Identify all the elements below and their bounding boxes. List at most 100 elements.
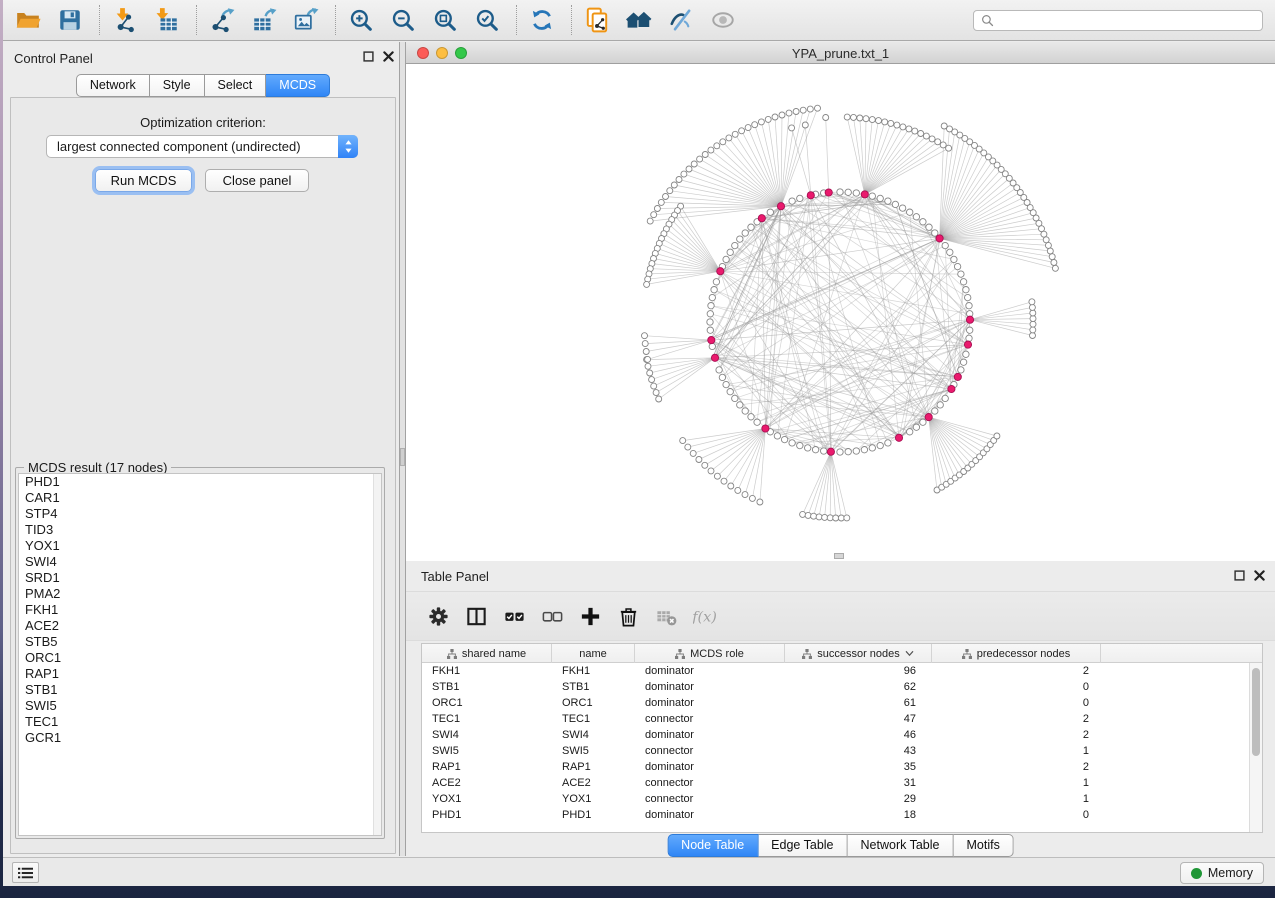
mcds-result-groupbox: MCDS result (17 nodes) PHD1CAR1STP4TID3Y…	[15, 467, 385, 839]
tab-motifs[interactable]: Motifs	[953, 834, 1013, 857]
result-node-item[interactable]: ORC1	[19, 650, 381, 666]
network-titlebar[interactable]: YPA_prune.txt_1	[406, 42, 1275, 64]
result-node-item[interactable]: CAR1	[19, 490, 381, 506]
table-row[interactable]: RAP1RAP1dominator352	[422, 759, 1262, 775]
network-overview-icon[interactable]	[624, 5, 654, 35]
table-scrollbar[interactable]	[1249, 663, 1262, 832]
column-header-predecessor-nodes[interactable]: predecessor nodes	[932, 644, 1101, 663]
close-panel-button[interactable]: Close panel	[205, 169, 309, 192]
tab-node-table[interactable]: Node Table	[667, 834, 758, 857]
open-file-icon[interactable]	[13, 5, 43, 35]
result-node-item[interactable]: TEC1	[19, 714, 381, 730]
column-header-successor-nodes[interactable]: successor nodes	[785, 644, 932, 663]
optimization-criterion-label: Optimization criterion:	[11, 115, 395, 130]
task-history-button[interactable]	[12, 862, 39, 883]
float-table-panel-icon[interactable]	[1234, 570, 1245, 581]
column-header-MCDS-role[interactable]: MCDS role	[635, 644, 785, 663]
cell-MCDS-role: dominator	[635, 759, 785, 775]
result-node-item[interactable]: STB1	[19, 682, 381, 698]
refresh-view-icon[interactable]	[527, 5, 557, 35]
cell-shared-name: ORC1	[422, 695, 552, 711]
table-row[interactable]: YOX1YOX1connector291	[422, 791, 1262, 807]
network-table-splitter-handle[interactable]	[834, 553, 844, 559]
panel-splitter[interactable]	[399, 42, 406, 856]
cell-MCDS-role: dominator	[635, 727, 785, 743]
search-input[interactable]	[994, 12, 1262, 29]
add-icon[interactable]	[577, 603, 604, 630]
result-node-item[interactable]: STP4	[19, 506, 381, 522]
table-row[interactable]: SWI4SWI4dominator462	[422, 727, 1262, 743]
mcds-tab-content: Optimization criterion: largest connecte…	[10, 97, 396, 854]
cell-name: PHD1	[552, 807, 635, 823]
memory-button[interactable]: Memory	[1180, 862, 1264, 884]
delete-icon[interactable]	[615, 603, 642, 630]
tab-mcds[interactable]: MCDS	[266, 74, 330, 97]
result-node-item[interactable]: TID3	[19, 522, 381, 538]
table-row[interactable]: ORC1ORC1dominator610	[422, 695, 1262, 711]
unselect-all-icon[interactable]	[539, 603, 566, 630]
optimization-criterion-select[interactable]: largest connected component (undirected)	[46, 135, 358, 158]
result-node-item[interactable]: FKH1	[19, 602, 381, 618]
result-node-item[interactable]: SRD1	[19, 570, 381, 586]
result-node-item[interactable]: ACE2	[19, 618, 381, 634]
close-table-panel-icon[interactable]	[1254, 570, 1265, 581]
result-node-item[interactable]: YOX1	[19, 538, 381, 554]
optimization-criterion-value: largest connected component (undirected)	[47, 139, 338, 154]
tab-network-table[interactable]: Network Table	[848, 834, 954, 857]
hide-panels-icon[interactable]	[666, 5, 696, 35]
export-table-icon[interactable]	[249, 5, 279, 35]
export-network-icon[interactable]	[207, 5, 237, 35]
tab-select[interactable]: Select	[205, 74, 267, 97]
result-node-item[interactable]: SWI5	[19, 698, 381, 714]
cell-predecessor-nodes: 2	[932, 711, 1101, 727]
cell-name: ACE2	[552, 775, 635, 791]
zoom-fit-icon[interactable]	[430, 5, 460, 35]
mcds-result-list[interactable]: PHD1CAR1STP4TID3YOX1SWI4SRD1PMA2FKH1ACE2…	[18, 473, 382, 836]
table-scrollbar-thumb[interactable]	[1252, 668, 1260, 756]
tab-edge-table[interactable]: Edge Table	[758, 834, 847, 857]
result-node-item[interactable]: PMA2	[19, 586, 381, 602]
result-scrollbar[interactable]	[373, 474, 381, 835]
table-row[interactable]: ACE2ACE2connector311	[422, 775, 1262, 791]
zoom-out-icon[interactable]	[388, 5, 418, 35]
cell-MCDS-role: connector	[635, 743, 785, 759]
select-all-icon[interactable]	[501, 603, 528, 630]
cell-predecessor-nodes: 2	[932, 663, 1101, 679]
zoom-in-icon[interactable]	[346, 5, 376, 35]
splitter-handle[interactable]	[400, 448, 405, 466]
result-node-item[interactable]: RAP1	[19, 666, 381, 682]
column-header-filler	[1101, 644, 1262, 663]
close-panel-icon[interactable]	[383, 51, 394, 62]
table-row[interactable]: STB1STB1dominator620	[422, 679, 1262, 695]
clone-network-icon[interactable]	[582, 5, 612, 35]
control-panel-title: Control Panel	[14, 51, 93, 66]
zoom-selected-icon[interactable]	[472, 5, 502, 35]
node-table: shared namenameMCDS rolesuccessor nodesp…	[421, 643, 1263, 833]
show-hidden-icon[interactable]	[708, 5, 738, 35]
column-header-name[interactable]: name	[552, 644, 635, 663]
export-image-icon[interactable]	[291, 5, 321, 35]
search-box[interactable]	[973, 10, 1263, 31]
result-node-item[interactable]: STB5	[19, 634, 381, 650]
tab-network[interactable]: Network	[76, 74, 150, 97]
table-row[interactable]: SWI5SWI5connector431	[422, 743, 1262, 759]
column-layout-icon[interactable]	[463, 603, 490, 630]
cell-MCDS-role: dominator	[635, 663, 785, 679]
float-panel-icon[interactable]	[363, 51, 374, 62]
network-canvas[interactable]	[406, 64, 1275, 561]
table-row[interactable]: TEC1TEC1connector472	[422, 711, 1262, 727]
cell-successor-nodes: 46	[785, 727, 932, 743]
import-table-icon[interactable]	[152, 5, 182, 35]
save-session-icon[interactable]	[55, 5, 85, 35]
import-network-icon[interactable]	[110, 5, 140, 35]
tab-style[interactable]: Style	[150, 74, 205, 97]
table-settings-icon[interactable]	[425, 603, 452, 630]
table-panel-title: Table Panel	[421, 569, 489, 584]
table-row[interactable]: PHD1PHD1dominator180	[422, 807, 1262, 823]
run-mcds-button[interactable]: Run MCDS	[95, 169, 192, 192]
result-node-item[interactable]: GCR1	[19, 730, 381, 746]
column-header-shared-name[interactable]: shared name	[422, 644, 552, 663]
table-row[interactable]: FKH1FKH1dominator962	[422, 663, 1262, 679]
result-node-item[interactable]: PHD1	[19, 474, 381, 490]
result-node-item[interactable]: SWI4	[19, 554, 381, 570]
